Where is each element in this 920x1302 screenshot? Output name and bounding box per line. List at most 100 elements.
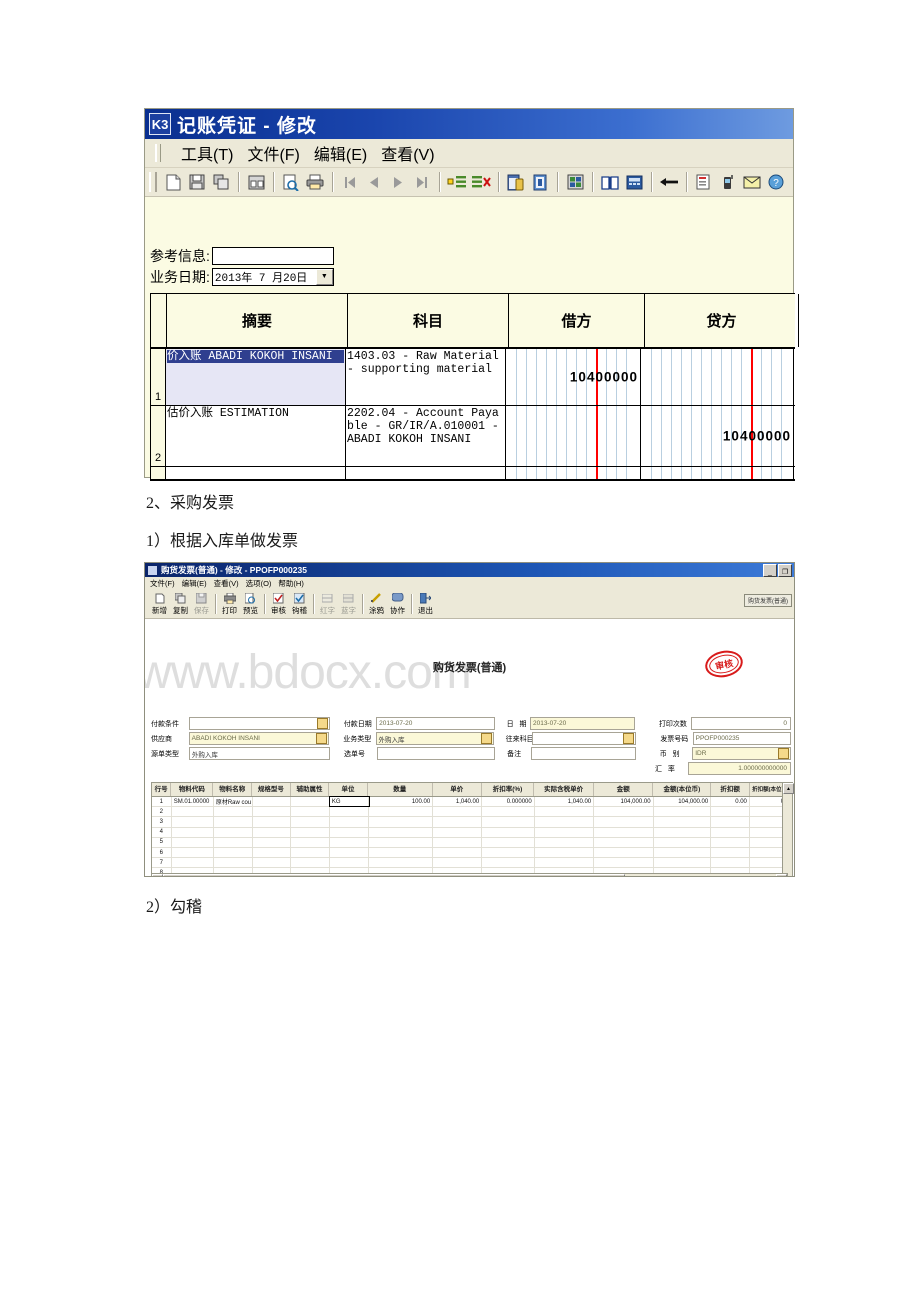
toolbar-preview-button[interactable]: 预览 — [240, 592, 261, 616]
cell-empty[interactable] — [330, 837, 369, 847]
cell-empty[interactable] — [214, 827, 253, 837]
detail-grid-vscrollbar[interactable]: ▲ ▼ — [782, 783, 794, 876]
cell-empty[interactable] — [330, 847, 369, 858]
table-row[interactable]: 4 — [152, 827, 793, 838]
toolbar-collaborate-button[interactable]: 协作 — [387, 592, 408, 616]
prev-record-icon[interactable] — [363, 171, 385, 193]
cell-empty[interactable] — [482, 858, 535, 868]
cell-empty[interactable] — [214, 817, 253, 827]
cell-empty[interactable] — [369, 827, 434, 837]
copy-icon[interactable] — [210, 171, 232, 193]
row-debit[interactable]: 10400000 — [506, 349, 641, 405]
row-credit[interactable] — [641, 349, 794, 405]
table-row[interactable]: 5 — [152, 837, 793, 848]
cell-empty[interactable] — [654, 837, 712, 847]
cell-empty[interactable] — [535, 827, 595, 837]
cell-empty[interactable] — [654, 847, 712, 858]
row-account[interactable] — [346, 467, 506, 479]
cell-empty[interactable] — [433, 837, 483, 847]
cell-empty[interactable] — [253, 837, 292, 847]
table-row[interactable]: 1 SM.01.00000 原材Raw cou KG 100.00 1,040.… — [152, 795, 793, 808]
cell-empty[interactable] — [369, 837, 434, 847]
restore-button[interactable]: ❐ — [778, 563, 792, 577]
cell-empty[interactable] — [711, 827, 750, 837]
payment-terms-input[interactable] — [188, 717, 330, 730]
cell-empty[interactable] — [711, 837, 750, 847]
business-date-combo[interactable]: 2013年 7 月20日 ▼ — [211, 267, 334, 286]
cell-tax-price[interactable]: 1,040.00 — [535, 797, 595, 807]
invoice-number-input[interactable]: PPOFP000235 — [692, 732, 791, 745]
menu-view[interactable]: 查看(V) — [214, 578, 239, 589]
preview-icon[interactable] — [280, 171, 302, 193]
toolbar-new-button[interactable]: 新增 — [149, 592, 170, 616]
help-icon[interactable]: ? — [765, 171, 787, 193]
lookup-icon[interactable] — [778, 748, 790, 759]
row-credit[interactable]: 10400000 — [641, 406, 794, 466]
scroll-right-icon[interactable]: ► — [776, 874, 787, 876]
next-record-icon[interactable] — [387, 171, 409, 193]
table-row[interactable] — [151, 467, 795, 480]
cell-rowno[interactable]: 2 — [152, 807, 172, 817]
cell-empty[interactable] — [330, 807, 369, 817]
selected-doc-no-input[interactable] — [376, 747, 496, 760]
cell-empty[interactable] — [482, 817, 535, 827]
business-type-input[interactable]: 外购入库 — [375, 732, 494, 745]
cell-empty[interactable] — [594, 858, 654, 868]
toolbar-gripper[interactable] — [149, 172, 157, 192]
cell-empty[interactable] — [433, 858, 483, 868]
cell-empty[interactable] — [482, 807, 535, 817]
cell-empty[interactable] — [535, 858, 595, 868]
window2-titlebar[interactable]: 购货发票(普通) - 修改 - PPOFP000235 _ ❐ — [145, 563, 794, 577]
cell-empty[interactable] — [172, 858, 214, 868]
cell-empty[interactable] — [369, 817, 434, 827]
scroll-left-icon[interactable]: ◄ — [152, 874, 163, 876]
cell-empty[interactable] — [654, 817, 712, 827]
toolbar-copy-button[interactable]: 复制 — [170, 592, 191, 616]
payment-date-input[interactable]: 2013-07-20 — [376, 717, 495, 730]
delete-row-icon[interactable] — [470, 171, 492, 193]
cell-empty[interactable] — [369, 858, 434, 868]
cell-discount-rate[interactable]: 0.000000 — [482, 797, 535, 807]
cell-empty[interactable] — [594, 827, 654, 837]
row-summary[interactable] — [166, 467, 346, 479]
cell-rowno[interactable]: 5 — [152, 837, 172, 847]
new-icon[interactable] — [162, 171, 184, 193]
cell-empty[interactable] — [291, 827, 330, 837]
toolbar-print-button[interactable]: 打印 — [219, 592, 240, 616]
currency-input[interactable]: IDR — [692, 747, 792, 760]
calendar-icon[interactable] — [505, 171, 527, 193]
cell-empty[interactable] — [711, 817, 750, 827]
phone-icon[interactable] — [717, 171, 739, 193]
cell-empty[interactable] — [535, 837, 595, 847]
toolbar-exit-button[interactable]: 退出 — [415, 592, 436, 616]
row-debit[interactable] — [506, 406, 641, 466]
modules-icon[interactable] — [564, 171, 586, 193]
menu-view[interactable]: 查看(V) — [381, 141, 434, 165]
menu-edit[interactable]: 编辑(E) — [182, 578, 207, 589]
cell-empty[interactable] — [172, 837, 214, 847]
cell-empty[interactable] — [482, 827, 535, 837]
cell-empty[interactable] — [594, 807, 654, 817]
cell-empty[interactable] — [369, 807, 434, 817]
cell-empty[interactable] — [214, 837, 253, 847]
cell-empty[interactable] — [172, 847, 214, 858]
grid-icon[interactable] — [245, 171, 267, 193]
scroll-up-icon[interactable]: ▲ — [783, 783, 794, 794]
row-debit[interactable] — [506, 467, 641, 479]
row-credit[interactable] — [641, 467, 794, 479]
chevron-down-icon[interactable]: ▼ — [315, 268, 333, 285]
toolbar-scribble-button[interactable]: 涂鸦 — [366, 592, 387, 616]
toolbar-reconcile-button[interactable]: 钩稽 — [289, 592, 310, 616]
row-summary[interactable]: 价入账 ABADI KOKOH INSANI — [166, 349, 346, 405]
toolbar-save-button[interactable]: 保存 — [191, 592, 212, 616]
cell-empty[interactable] — [711, 858, 750, 868]
cell-empty[interactable] — [711, 847, 750, 858]
cell-empty[interactable] — [291, 807, 330, 817]
cell-material-code[interactable]: SM.01.00000 — [172, 797, 214, 807]
exchange-rate-input[interactable]: 1.000000000000 — [688, 762, 792, 775]
print-count-input[interactable]: 0 — [691, 717, 791, 730]
cell-empty[interactable] — [330, 858, 369, 868]
cell-empty[interactable] — [482, 847, 535, 858]
cell-empty[interactable] — [291, 858, 330, 868]
menu-file[interactable]: 文件(F) — [247, 141, 299, 165]
